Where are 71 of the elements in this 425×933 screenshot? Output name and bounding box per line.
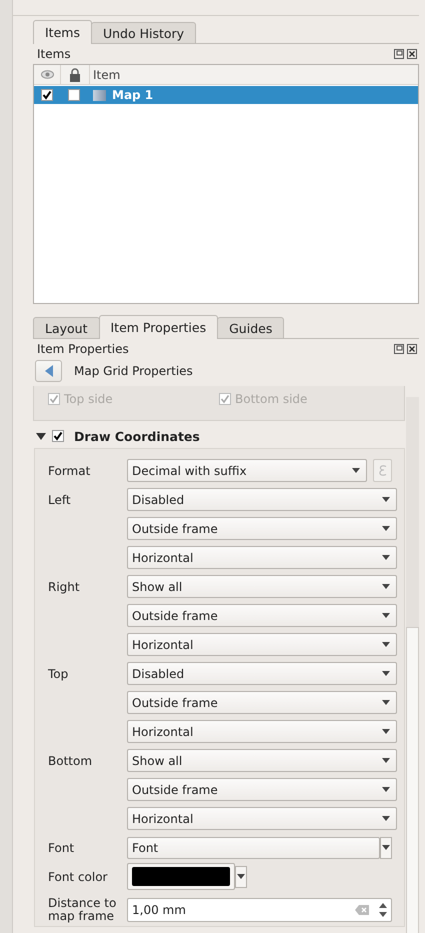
dropdown-arrow-icon: [382, 613, 390, 618]
lock-checkbox[interactable]: [68, 89, 80, 101]
dropdown-arrow-icon: [382, 642, 390, 647]
field-label: Font: [48, 840, 76, 854]
color-menu-button[interactable]: [235, 866, 247, 888]
option-dropdown[interactable]: Show all: [127, 749, 397, 772]
option-dropdown[interactable]: Show all: [127, 575, 397, 598]
distance-spinbox[interactable]: 1,00 mm: [127, 898, 392, 922]
option-dropdown[interactable]: Outside frame: [127, 691, 397, 714]
dropdown-arrow-icon: [382, 555, 390, 560]
dropdown-arrow-icon: [382, 787, 390, 792]
close-icon[interactable]: [407, 344, 417, 354]
clear-icon: [355, 905, 369, 915]
panel-tab[interactable]: Items: [33, 20, 92, 44]
panel-title: Items: [37, 47, 71, 61]
checkbox-label: Top side: [64, 392, 113, 406]
back-button[interactable]: [35, 360, 62, 382]
field-label: Right: [48, 580, 81, 594]
dropdown-arrow-icon: [382, 584, 390, 589]
dropdown-arrow-icon: [382, 758, 390, 763]
field-label: Bottom: [48, 754, 94, 768]
item-row[interactable]: Map 1: [34, 86, 418, 104]
close-icon[interactable]: [407, 49, 417, 59]
panel-tab[interactable]: Layout: [33, 317, 100, 338]
lock-icon: [69, 68, 81, 82]
float-icon[interactable]: [394, 49, 404, 59]
epsilon-icon: [378, 465, 386, 476]
section-checkbox[interactable]: [52, 430, 64, 442]
field-label: Font color: [48, 870, 108, 884]
back-arrow-icon: [44, 364, 54, 378]
option-dropdown[interactable]: Horizontal: [127, 807, 397, 830]
panel-tab[interactable]: Item Properties: [98, 315, 218, 339]
map-icon: [93, 90, 106, 100]
section-title: Draw Coordinates: [74, 428, 200, 444]
option-dropdown[interactable]: Disabled: [127, 488, 397, 511]
color-button[interactable]: [127, 863, 235, 890]
collapse-arrow-icon[interactable]: [36, 432, 46, 440]
option-dropdown[interactable]: Horizontal: [127, 546, 397, 569]
spin-arrows-icon: [379, 903, 387, 917]
option-dropdown[interactable]: Horizontal: [127, 633, 397, 656]
dropdown-arrow-icon: [382, 816, 390, 821]
dropdown-arrow-icon: [382, 700, 390, 705]
float-icon[interactable]: [394, 344, 404, 354]
panel-tab[interactable]: Guides: [217, 317, 284, 338]
font-button[interactable]: Font: [127, 836, 380, 858]
option-dropdown[interactable]: Outside frame: [127, 604, 397, 627]
dropdown-arrow-icon: [382, 671, 390, 676]
checkbox-label: Bottom side: [235, 392, 308, 406]
option-dropdown[interactable]: Outside frame: [127, 778, 397, 801]
field-label: Top: [48, 666, 70, 680]
format-dropdown[interactable]: Decimal with suffix: [127, 459, 367, 482]
field-label: Left: [48, 492, 72, 506]
font-menu-button[interactable]: [380, 836, 392, 858]
field-label: Format: [48, 464, 92, 478]
dropdown-arrow-icon: [237, 874, 245, 879]
panel-title: Item Properties: [37, 342, 129, 356]
dropdown-arrow-icon: [382, 526, 390, 531]
dropdown-arrow-icon: [382, 729, 390, 734]
field-label: Distance to map frame: [48, 896, 118, 924]
dropdown-arrow-icon: [352, 468, 360, 473]
item-name: Map 1: [112, 88, 154, 102]
dropdown-arrow-icon: [382, 845, 390, 850]
dropdown-arrow-icon: [382, 497, 390, 502]
subpanel-title: Map Grid Properties: [74, 364, 193, 378]
option-dropdown[interactable]: Outside frame: [127, 517, 397, 540]
option-dropdown[interactable]: Disabled: [127, 662, 397, 685]
column-header: Item: [93, 68, 120, 82]
visibility-checkbox[interactable]: [41, 89, 53, 101]
option-dropdown[interactable]: Horizontal: [127, 720, 397, 743]
panel-tab[interactable]: Undo History: [90, 22, 196, 43]
eye-icon: [40, 70, 54, 79]
